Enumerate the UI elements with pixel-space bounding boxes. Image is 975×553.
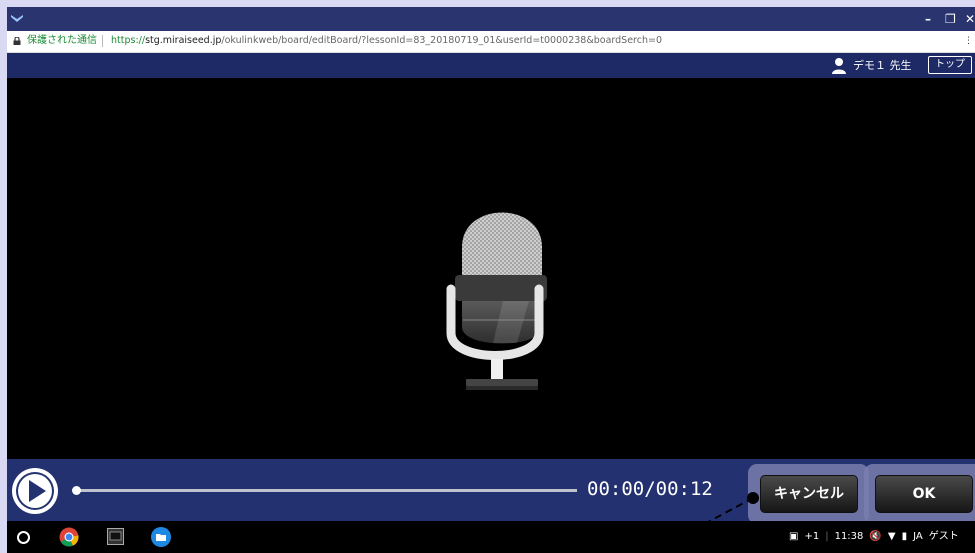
restore-button[interactable]: ❐ [945,11,956,27]
top-button[interactable]: トップ [928,56,972,74]
launcher-icon[interactable] [17,531,30,544]
secure-connection-label: 保護された通信 [27,35,97,46]
screen-app-icon[interactable] [107,528,124,545]
clock: 11:38 [834,531,864,542]
app-window: – ❐ ✕ 保護された通信 https://stg.miraiseed.jp/o… [7,7,975,553]
files-icon[interactable] [151,527,171,547]
url-path: /okulinkweb/board/editBoard/?lessonId=83… [221,35,662,46]
seek-handle[interactable] [72,486,81,495]
url-text[interactable]: https://stg.miraiseed.jp/okulinkweb/boar… [111,34,662,48]
microphone-icon [446,212,547,390]
url-protocol: https:// [111,35,146,46]
minimize-button[interactable]: – [925,11,931,27]
recording-control-bar: 00:00/00:12 キャンセル OK [7,459,975,524]
close-button[interactable]: ✕ [965,11,975,27]
address-bar[interactable]: 保護された通信 https://stg.miraiseed.jp/okulink… [7,31,975,53]
browser-menu-button[interactable]: ⋮ [964,36,973,46]
ime-indicator: JA [913,531,923,542]
app-header: デモ１ 先生 トップ [7,53,975,78]
seek-bar[interactable] [75,489,577,492]
app-logo-icon [11,15,23,22]
play-button[interactable] [10,466,60,516]
user-icon [832,58,846,74]
lock-icon [13,37,21,45]
system-tray[interactable]: ▣ +1 | 11:38 🔇 ▼ ▮ JA ゲスト [789,529,965,545]
chrome-icon[interactable] [59,527,79,547]
mute-icon: 🔇 [869,531,882,542]
user-name: ゲスト [928,531,959,542]
image-icon: ▣ [789,531,799,542]
wifi-icon: ▼ [887,531,896,542]
teacher-name: デモ１ 先生 [853,59,912,72]
window-titlebar: – ❐ ✕ [7,7,975,31]
url-host: stg.miraiseed.jp [145,35,222,46]
os-taskbar: ▣ +1 | 11:38 🔇 ▼ ▮ JA ゲスト [7,521,975,553]
address-separator [102,35,103,47]
cancel-button[interactable]: キャンセル [760,475,858,513]
time-readout: 00:00/00:12 [587,478,713,500]
battery-icon: ▮ [901,531,908,542]
ok-button[interactable]: OK [875,475,973,513]
tray-divider: | [825,531,829,542]
tray-notifications: +1 [804,531,820,542]
